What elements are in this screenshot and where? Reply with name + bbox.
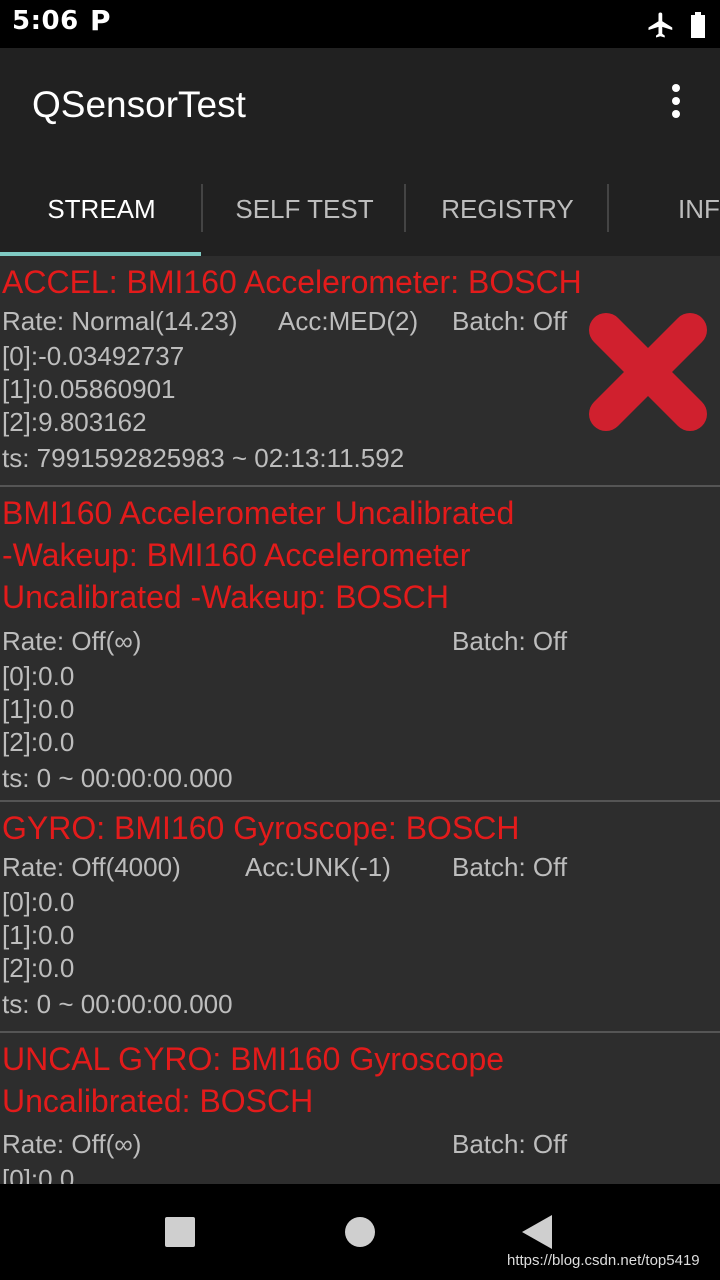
sensor-rate: Rate: Off(4000) — [2, 852, 181, 882]
tab-stream[interactable]: STREAM — [0, 160, 203, 256]
airplane-mode-icon — [648, 12, 673, 38]
red-x-icon — [589, 313, 707, 431]
sensor-timestamp: ts: 0 ~ 00:00:00.000 — [2, 989, 233, 1019]
sensor-name-line: Uncalibrated: BOSCH — [2, 1083, 314, 1119]
sensor-value: [0]:0.0 — [2, 1164, 75, 1184]
sensor-value: [1]:0.0 — [2, 694, 75, 724]
sensor-batch: Batch: Off — [452, 852, 568, 882]
tab-info[interactable]: INF — [609, 160, 720, 256]
watermark-text: https://blog.csdn.net/top5419 — [507, 1252, 700, 1269]
sensor-batch: Batch: Off — [452, 1129, 568, 1159]
sensor-rate: Rate: Off(∞) — [2, 1129, 142, 1159]
sensor-batch: Batch: Off — [452, 626, 568, 656]
sensor-card-accel-uncal-wakeup[interactable]: BMI160 Accelerometer Uncalibrated -Wakeu… — [0, 487, 720, 802]
sensor-card-uncal-gyro[interactable]: UNCAL GYRO: BMI160 Gyroscope Uncalibrate… — [0, 1033, 720, 1184]
sensor-value: [0]:0.0 — [2, 887, 75, 917]
sensor-value: [2]:0.0 — [2, 953, 75, 983]
tab-registry[interactable]: REGISTRY — [406, 160, 609, 256]
sensor-value: [0]:0.0 — [2, 661, 75, 691]
home-circle-icon[interactable] — [345, 1217, 375, 1247]
sensor-name-line: UNCAL GYRO: BMI160 Gyroscope — [2, 1041, 505, 1077]
back-triangle-icon[interactable] — [522, 1215, 552, 1249]
sensor-card-gyro[interactable]: GYRO: BMI160 Gyroscope: BOSCH Rate: Off(… — [0, 802, 720, 1033]
app-title: QSensorTest — [32, 84, 246, 125]
overflow-menu-icon[interactable] — [662, 84, 690, 124]
sensor-value: [2]:0.0 — [2, 727, 75, 757]
tab-bar: STREAM SELF TEST REGISTRY INF — [0, 160, 720, 256]
sensor-name-line: BMI160 Accelerometer Uncalibrated — [2, 495, 515, 531]
sensor-timestamp: ts: 0 ~ 00:00:00.000 — [2, 763, 233, 793]
status-bar: 5:06 P — [0, 0, 720, 48]
app-bar: QSensorTest — [0, 48, 720, 160]
parking-notification-icon: P — [90, 4, 111, 37]
sensor-name: GYRO: BMI160 Gyroscope: BOSCH — [2, 810, 520, 846]
sensor-name: ACCEL: BMI160 Accelerometer: BOSCH — [2, 264, 582, 300]
recents-square-icon[interactable] — [165, 1217, 195, 1247]
sensor-rate: Rate: Normal(14.23) — [2, 306, 238, 336]
tab-self-test[interactable]: SELF TEST — [203, 160, 406, 256]
sensor-name-line: -Wakeup: BMI160 Accelerometer — [2, 537, 471, 573]
sensor-name-line: Uncalibrated -Wakeup: BOSCH — [2, 579, 449, 615]
battery-icon — [691, 12, 705, 38]
sensor-timestamp: ts: 7991592825983 ~ 02:13:11.592 — [2, 443, 405, 473]
sensor-accuracy: Acc:MED(2) — [278, 306, 419, 336]
sensor-accuracy: Acc:UNK(-1) — [245, 852, 391, 882]
sensor-rate: Rate: Off(∞) — [2, 626, 142, 656]
sensor-value: [1]:0.0 — [2, 920, 75, 950]
sensor-batch: Batch: Off — [452, 306, 568, 336]
status-time: 5:06 — [12, 6, 79, 36]
